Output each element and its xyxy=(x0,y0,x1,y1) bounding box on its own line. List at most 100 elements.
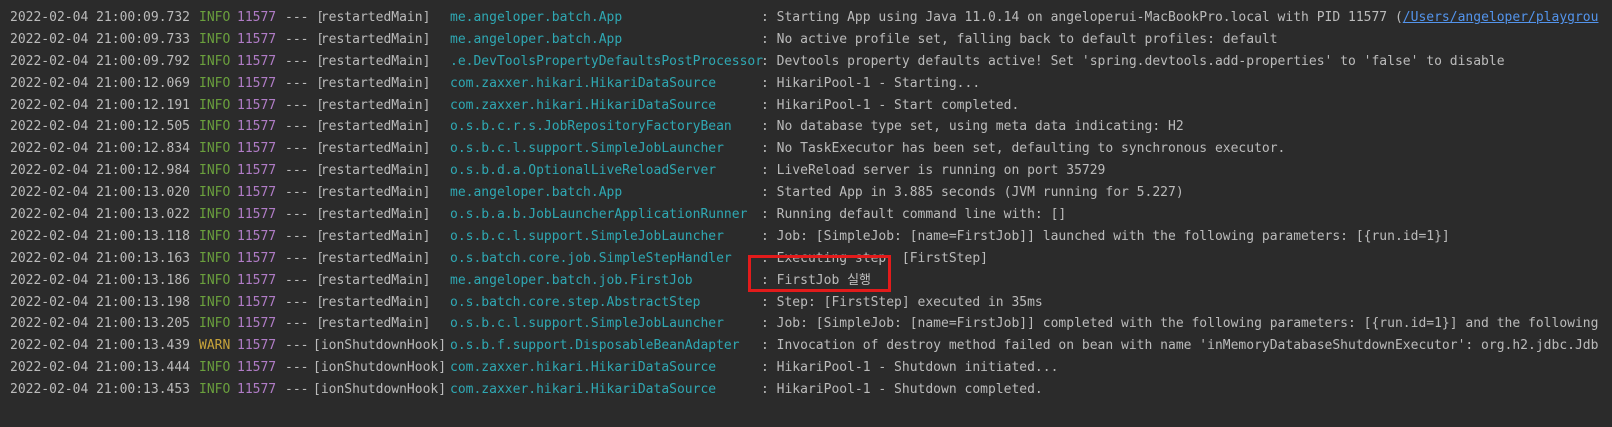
log-level: WARN xyxy=(199,338,231,354)
log-pid: 11577 xyxy=(237,338,277,354)
log-level: INFO xyxy=(199,360,231,376)
log-message-container: : Running default command line with: [] xyxy=(761,204,1066,226)
log-level: INFO xyxy=(199,163,231,179)
log-timestamp: 2022-02-04 21:00:09.732 xyxy=(10,10,191,25)
log-line: 2022-02-04 21:00:09.732 INFO 11577 --- [ re… xyxy=(10,7,1612,29)
log-pid: 11577 xyxy=(237,272,277,288)
log-timestamp: 2022-02-04 21:00:09.733 xyxy=(10,31,191,47)
log-separator: --- xyxy=(285,382,309,398)
log-message: : No active profile set, falling back to… xyxy=(761,31,1278,47)
log-pid: 11577 xyxy=(237,294,277,310)
log-pid: 11577 xyxy=(237,31,277,47)
log-line: 2022-02-04 21:00:13.453 INFO 11577 --- [ionS… xyxy=(10,379,1612,401)
log-message: : HikariPool-1 - Starting... xyxy=(761,75,981,91)
log-message: : HikariPool-1 - Start completed. xyxy=(761,97,1020,113)
log-timestamp: 2022-02-04 21:00:13.453 xyxy=(10,382,191,398)
log-thread: restartedMain] xyxy=(313,31,431,47)
log-line: 2022-02-04 21:00:12.505 INFO 11577 --- [ re… xyxy=(10,116,1612,138)
log-thread: restartedMain] xyxy=(313,294,431,310)
log-message: : Job: [SimpleJob: [name=FirstJob]] laun… xyxy=(761,228,1450,244)
log-timestamp: 2022-02-04 21:00:13.163 xyxy=(10,250,191,266)
log-thread: [ionShutdownHook] xyxy=(313,338,447,354)
log-message: : Starting App using Java 11.0.14 on ang… xyxy=(761,10,1403,25)
log-message-container: : No TaskExecutor has been set, defaulti… xyxy=(761,138,1285,160)
log-timestamp: 2022-02-04 21:00:13.020 xyxy=(10,185,191,201)
log-message-container: : HikariPool-1 - Starting... xyxy=(761,73,980,95)
log-thread: [ionShutdownHook] xyxy=(313,382,447,398)
log-level: INFO xyxy=(199,119,231,135)
log-thread: restartedMain] xyxy=(313,97,431,113)
log-message-container: : Started App in 3.885 seconds (JVM runn… xyxy=(761,182,1184,204)
log-message-container: : HikariPool-1 - Shutdown completed. xyxy=(761,379,1043,401)
log-logger: com.zaxxer.hikari.HikariDataSource xyxy=(450,360,717,376)
log-line: 2022-02-04 21:00:13.020 INFO 11577 --- [ re… xyxy=(10,182,1612,204)
log-level: INFO xyxy=(199,31,231,47)
log-line: 2022-02-04 21:00:12.191 INFO 11577 --- [ re… xyxy=(10,95,1612,117)
log-separator: --- xyxy=(285,360,309,376)
log-thread: restartedMain] xyxy=(313,250,431,266)
log-message: : LiveReload server is running on port 3… xyxy=(761,163,1106,179)
log-thread: restartedMain] xyxy=(313,119,431,135)
log-thread: restartedMain] xyxy=(313,75,431,91)
log-timestamp: 2022-02-04 21:00:12.984 xyxy=(10,163,191,179)
log-level: INFO xyxy=(199,272,231,288)
log-level: INFO xyxy=(199,141,231,157)
log-message-container: : Invocation of destroy method failed on… xyxy=(761,335,1598,357)
log-timestamp: 2022-02-04 21:00:13.022 xyxy=(10,207,191,223)
log-message: : Invocation of destroy method failed on… xyxy=(761,338,1599,354)
log-timestamp: 2022-02-04 21:00:13.198 xyxy=(10,294,191,310)
log-logger: me.angeloper.batch.App xyxy=(450,31,623,47)
console-output[interactable]: 2022-02-04 21:00:09.732 INFO 11577 --- [ re… xyxy=(10,7,1612,401)
log-line: 2022-02-04 21:00:13.186 INFO 11577 --- [ re… xyxy=(10,270,1612,292)
log-message-container: : HikariPool-1 - Shutdown initiated... xyxy=(761,357,1058,379)
log-logger: o.s.b.a.b.JobLauncherApplicationRunner xyxy=(450,207,748,223)
log-level: INFO xyxy=(199,228,231,244)
log-logger: com.zaxxer.hikari.HikariDataSource xyxy=(450,75,717,91)
log-pid: 11577 xyxy=(237,228,277,244)
log-pid: 11577 xyxy=(237,53,277,69)
log-thread: restartedMain] xyxy=(313,163,431,179)
log-message-container: : HikariPool-1 - Start completed. xyxy=(761,95,1019,117)
log-line: 2022-02-04 21:00:12.984 INFO 11577 --- [ re… xyxy=(10,160,1612,182)
log-thread: restartedMain] xyxy=(313,228,431,244)
log-thread: restartedMain] xyxy=(313,272,431,288)
log-logger: o.s.b.c.l.support.SimpleJobLauncher xyxy=(450,228,724,244)
log-message: : HikariPool-1 - Shutdown completed. xyxy=(761,382,1043,398)
log-message: : Executing step: [FirstStep] xyxy=(761,250,988,266)
log-line: 2022-02-04 21:00:12.834 INFO 11577 --- [ re… xyxy=(10,138,1612,160)
log-message-container: : Devtools property defaults active! Set… xyxy=(761,51,1505,73)
log-pid: 11577 xyxy=(237,360,277,376)
log-thread: [ionShutdownHook] xyxy=(313,360,447,376)
log-message: : Step: [FirstStep] executed in 35ms xyxy=(761,294,1043,310)
log-timestamp: 2022-02-04 21:00:09.792 xyxy=(10,53,191,69)
file-path-link[interactable]: /Users/angeloper/playgrou xyxy=(1403,10,1599,25)
log-pid: 11577 xyxy=(237,119,277,135)
log-line: 2022-02-04 21:00:12.069 INFO 11577 --- [ re… xyxy=(10,73,1612,95)
log-line: 2022-02-04 21:00:09.733 INFO 11577 --- [ re… xyxy=(10,29,1612,51)
log-level: INFO xyxy=(199,382,231,398)
log-message-container: : FirstJob 실행 xyxy=(761,270,871,292)
log-timestamp: 2022-02-04 21:00:12.191 xyxy=(10,97,191,113)
log-pid: 11577 xyxy=(237,382,277,398)
log-message: : No database type set, using meta data … xyxy=(761,119,1184,135)
log-message-container: : LiveReload server is running on port 3… xyxy=(761,160,1105,182)
log-pid: 11577 xyxy=(237,163,277,179)
log-logger: o.s.b.f.support.DisposableBeanAdapter xyxy=(450,338,740,354)
log-pid: 11577 xyxy=(237,97,277,113)
log-pid: 11577 xyxy=(237,10,277,25)
log-level: INFO xyxy=(199,97,231,113)
log-message-container: : No active profile set, falling back to… xyxy=(761,29,1278,51)
log-timestamp: 2022-02-04 21:00:13.439 xyxy=(10,338,191,354)
log-message: : FirstJob 실행 xyxy=(761,272,872,288)
log-thread: restartedMain] xyxy=(313,207,431,223)
log-level: INFO xyxy=(199,207,231,223)
log-message: : Job: [SimpleJob: [name=FirstJob]] comp… xyxy=(761,316,1599,332)
log-level: INFO xyxy=(199,10,231,25)
log-level: INFO xyxy=(199,75,231,91)
log-pid: 11577 xyxy=(237,207,277,223)
log-message-container: : Step: [FirstStep] executed in 35ms xyxy=(761,292,1043,314)
log-pid: 11577 xyxy=(237,141,277,157)
log-message: : HikariPool-1 - Shutdown initiated... xyxy=(761,360,1059,376)
log-level: INFO xyxy=(199,250,231,266)
log-timestamp: 2022-02-04 21:00:13.205 xyxy=(10,316,191,332)
